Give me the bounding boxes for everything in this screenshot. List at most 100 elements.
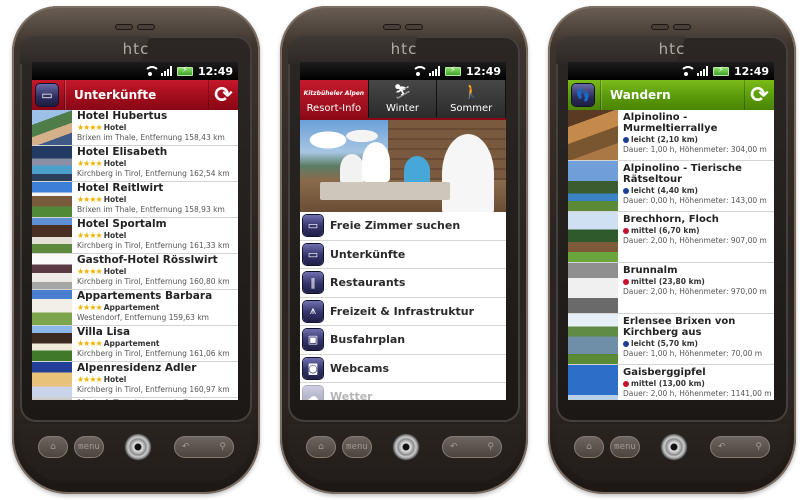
page-title: Unterkünfte bbox=[74, 88, 157, 102]
back-search-button[interactable]: ↶ ⚲ bbox=[174, 436, 234, 458]
hike-thumbnail bbox=[568, 263, 618, 313]
menu-button[interactable]: menu bbox=[74, 436, 104, 458]
hotel-list-item[interactable]: Alpenresidenz Adler ★★★★ Hotel Kirchberg … bbox=[32, 362, 238, 398]
hero-image bbox=[300, 118, 506, 212]
hotel-name: Hotel Reitlwirt bbox=[77, 182, 164, 194]
hotel-distance: Brixen im Thale, Entfernung 158,43 km bbox=[77, 132, 225, 142]
hotel-thumbnail bbox=[32, 110, 72, 145]
hike-difficulty: mittel (13,00 km) bbox=[623, 379, 772, 388]
back-icon[interactable]: ↶ bbox=[182, 442, 190, 452]
hike-meta: Dauer: 2,00 h, Höhenmeter: 1141,00 m bbox=[623, 389, 772, 399]
star-rating-icon: ★★★★ bbox=[77, 122, 103, 132]
hotel-list-item[interactable]: Hotel Reitlwirt ★★★★ Hotel Brixen im Thal… bbox=[32, 182, 238, 218]
hike-info: Alpinolino - Tierische Rätseltour leicht… bbox=[618, 161, 774, 211]
hike-list-item[interactable]: Brunnalm mittel (23,80 km) Dauer: 2,00 h… bbox=[568, 263, 774, 314]
screen: 12:49 ▭ Unterkünfte ⟳ Hotel Hubertus ★★★… bbox=[32, 62, 238, 400]
difficulty-label: leicht (2,10 km) bbox=[631, 135, 698, 144]
refresh-icon[interactable]: ⟳ bbox=[744, 80, 774, 110]
hotel-distance: Kirchberg in Tirol, Entfernung 160,80 km bbox=[77, 276, 230, 286]
screen: 12:49 👣 Wandern ⟳ Alpinolino - Murmeltie… bbox=[568, 62, 774, 400]
hike-thumbnail bbox=[568, 314, 618, 364]
menu-item-unterkünfte[interactable]: ▭ Unterkünfte bbox=[300, 241, 506, 269]
hike-difficulty: mittel (23,80 km) bbox=[623, 277, 767, 286]
wifi-icon bbox=[143, 66, 160, 76]
hike-list-item[interactable]: Erlensee Brixen von Kirchberg aus leicht… bbox=[568, 314, 774, 365]
hotel-info: Hotel Reitlwirt ★★★★ Hotel Brixen im Thal… bbox=[72, 182, 225, 217]
back-icon[interactable]: ↶ bbox=[718, 442, 726, 452]
signal-icon bbox=[428, 66, 440, 76]
cable-car-icon: ⩚ bbox=[303, 300, 323, 322]
title-bar: 👣 Wandern ⟳ bbox=[568, 80, 774, 110]
kitzbueheler-alpen-logo: Kitzbüheler Alpen bbox=[303, 90, 365, 97]
home-icon[interactable]: ⌂ bbox=[38, 436, 68, 458]
hike-thumbnail bbox=[568, 110, 618, 160]
hike-list-item[interactable]: Brechhorn, Floch mittel (6,70 km) Dauer:… bbox=[568, 212, 774, 263]
htc-logo: htc bbox=[390, 40, 418, 58]
bed-icon[interactable]: ▭ bbox=[36, 84, 58, 106]
difficulty-label: leicht (4,40 km) bbox=[631, 186, 698, 195]
menu-button[interactable]: menu bbox=[610, 436, 640, 458]
menu-item-freie-zimmer-suchen[interactable]: ▭ Freie Zimmer suchen bbox=[300, 212, 506, 241]
hotel-list[interactable]: Hotel Hubertus ★★★★ Hotel Brixen im Thale… bbox=[32, 110, 238, 400]
star-rating-icon: ★★★★ bbox=[77, 302, 103, 312]
back-search-button[interactable]: ↶ ⚲ bbox=[710, 436, 770, 458]
hotel-name: Hotel Hubertus bbox=[77, 110, 168, 122]
search-icon[interactable]: ⚲ bbox=[219, 442, 226, 452]
battery-charging-icon bbox=[176, 65, 193, 76]
menu-item-restaurants[interactable]: ‖ Restaurants bbox=[300, 269, 506, 298]
menu-item-label: Busfahrplan bbox=[330, 333, 406, 347]
home-icon[interactable]: ⌂ bbox=[306, 436, 336, 458]
menu-item-label: Wetter bbox=[330, 390, 373, 400]
hotel-name: Gasthof-Hotel Rösslwirt bbox=[77, 254, 218, 266]
difficulty-dot-icon bbox=[623, 341, 629, 348]
home-icon[interactable]: ⌂ bbox=[574, 436, 604, 458]
hotel-list-item[interactable]: Hotel Sportalm ★★★★ Hotel Kirchberg in Ti… bbox=[32, 218, 238, 254]
hotel-list-item[interactable]: Hotel Hubertus ★★★★ Hotel Brixen im Thale… bbox=[32, 110, 238, 146]
status-bar: 12:49 bbox=[300, 62, 506, 80]
hotel-distance: Westendorf, Entfernung 159,63 km bbox=[77, 312, 209, 322]
menu-item-busfahrplan[interactable]: ▣ Busfahrplan bbox=[300, 326, 506, 355]
trackball[interactable] bbox=[661, 434, 687, 460]
hotel-name: Alpenresidenz Adler bbox=[77, 362, 197, 374]
hotel-info: Gasthof-Hotel Rösslwirt ★★★★ Hotel Kirchb… bbox=[72, 254, 230, 289]
menu-item-freizeit-infrastruktur[interactable]: ⩚ Freizeit & Infrastruktur bbox=[300, 298, 506, 326]
back-icon[interactable]: ↶ bbox=[450, 442, 458, 452]
hike-list[interactable]: Alpinolino - Murmeltierrallye leicht (2,… bbox=[568, 110, 774, 400]
person-mother bbox=[362, 142, 390, 182]
trackball[interactable] bbox=[125, 434, 151, 460]
hotel-list-item[interactable]: Gasthof-Hotel Rösslwirt ★★★★ Hotel Kirchb… bbox=[32, 254, 238, 290]
htc-logo: htc bbox=[122, 40, 150, 58]
star-rating-icon: ★★★★ bbox=[77, 230, 103, 240]
menu-item-wetter[interactable]: ☁ Wetter bbox=[300, 383, 506, 400]
hikers-icon[interactable]: 👣 bbox=[572, 84, 594, 106]
hotel-list-item[interactable]: Appartements Barbara ★★★★ Appartement Wes… bbox=[32, 290, 238, 326]
tab-resort-info[interactable]: Kitzbüheler Alpen Resort-Info bbox=[300, 80, 369, 118]
category-label: Appartement bbox=[103, 338, 160, 348]
speaker-grille bbox=[405, 24, 423, 30]
resort-menu: ▭ Freie Zimmer suchen ▭ Unterkünfte ‖ Rest… bbox=[300, 212, 506, 400]
hotel-thumbnail bbox=[32, 326, 72, 361]
hotel-list-item[interactable]: Villa Lisa ★★★★ Appartement Kirchberg in … bbox=[32, 326, 238, 362]
search-icon[interactable]: ⚲ bbox=[487, 442, 494, 452]
refresh-icon[interactable]: ⟳ bbox=[208, 80, 238, 110]
hotel-distance: Kirchberg in Tirol, Entfernung 162,54 km bbox=[77, 168, 230, 178]
weather-icon: ☁ bbox=[303, 386, 323, 400]
hotel-distance: Brixen im Thale, Entfernung 158,93 km bbox=[77, 204, 225, 214]
hike-list-item[interactable]: Alpinolino - Murmeltierrallye leicht (2,… bbox=[568, 110, 774, 161]
star-rating-icon: ★★★★ bbox=[77, 374, 103, 384]
search-icon[interactable]: ⚲ bbox=[755, 442, 762, 452]
hike-thumbnail bbox=[568, 161, 618, 211]
tab-winter[interactable]: ⛷ Winter bbox=[368, 80, 438, 118]
back-search-button[interactable]: ↶ ⚲ bbox=[442, 436, 502, 458]
hotel-info: Villa Lisa ★★★★ Appartement Kirchberg in … bbox=[72, 326, 230, 361]
tab-sommer[interactable]: 🚶 Sommer bbox=[437, 80, 506, 118]
hike-list-item[interactable]: Alpinolino - Tierische Rätseltour leicht… bbox=[568, 161, 774, 212]
menu-button[interactable]: menu bbox=[342, 436, 372, 458]
hotel-list-item[interactable]: Hotel Restaurant Spa bbox=[32, 398, 238, 400]
trackball[interactable] bbox=[393, 434, 419, 460]
hike-difficulty: leicht (4,40 km) bbox=[623, 186, 774, 195]
hike-list-item[interactable]: Gaisberggipfel mittel (13,00 km) Dauer: … bbox=[568, 365, 774, 400]
menu-item-webcams[interactable]: ◙ Webcams bbox=[300, 355, 506, 383]
hotel-list-item[interactable]: Hotel Elisabeth ★★★★ Hotel Kirchberg in T… bbox=[32, 146, 238, 182]
difficulty-dot-icon bbox=[623, 279, 629, 286]
